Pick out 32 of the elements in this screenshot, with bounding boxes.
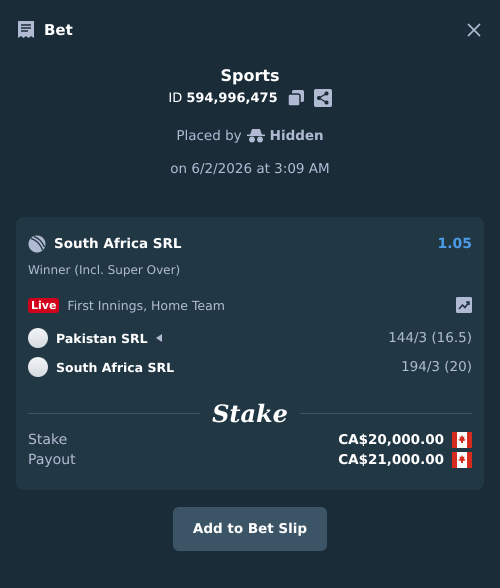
team-score: 194/3 (20) [401,359,472,375]
placed-by-user: Hidden [270,128,324,144]
market-name: Winner (Incl. Super Over) [28,263,182,277]
team-logo [28,357,48,377]
total-amount: CA$21,000.00 [338,452,444,468]
odds-value: 1.05 [437,236,472,252]
team-name: South Africa SRL [56,360,174,374]
copy-icon[interactable] [288,90,304,106]
selection-team: South Africa SRL [54,236,182,252]
total-label: Stake [28,432,68,448]
live-badge: Live [28,298,60,312]
modal-title: Bet [44,20,73,38]
close-icon[interactable] [467,22,481,36]
team-name: Pakistan SRL [56,330,148,346]
bet-id: ID 594,996,475 [168,90,278,106]
stats-icon[interactable] [456,297,472,313]
incognito-icon [246,129,265,143]
share-icon[interactable] [314,89,332,107]
flag-icon [452,452,472,468]
brand-logo: Stake [212,399,288,428]
cricket-ball-icon [28,235,46,253]
flag-icon [452,432,472,448]
team-logo [28,328,48,348]
team-score: 144/3 (16.5) [388,330,472,346]
placed-by-label: Placed by [176,128,242,144]
add-to-bet-slip-button[interactable]: Add to Bet Slip [172,507,328,551]
placed-date: on 6/2/2026 at 3:09 AM [170,161,330,177]
match-status: First Innings, Home Team [67,298,225,312]
receipt-icon [17,20,35,39]
total-label: Payout [28,452,76,468]
bet-category: Sports [220,66,280,85]
total-amount: CA$20,000.00 [338,432,444,448]
